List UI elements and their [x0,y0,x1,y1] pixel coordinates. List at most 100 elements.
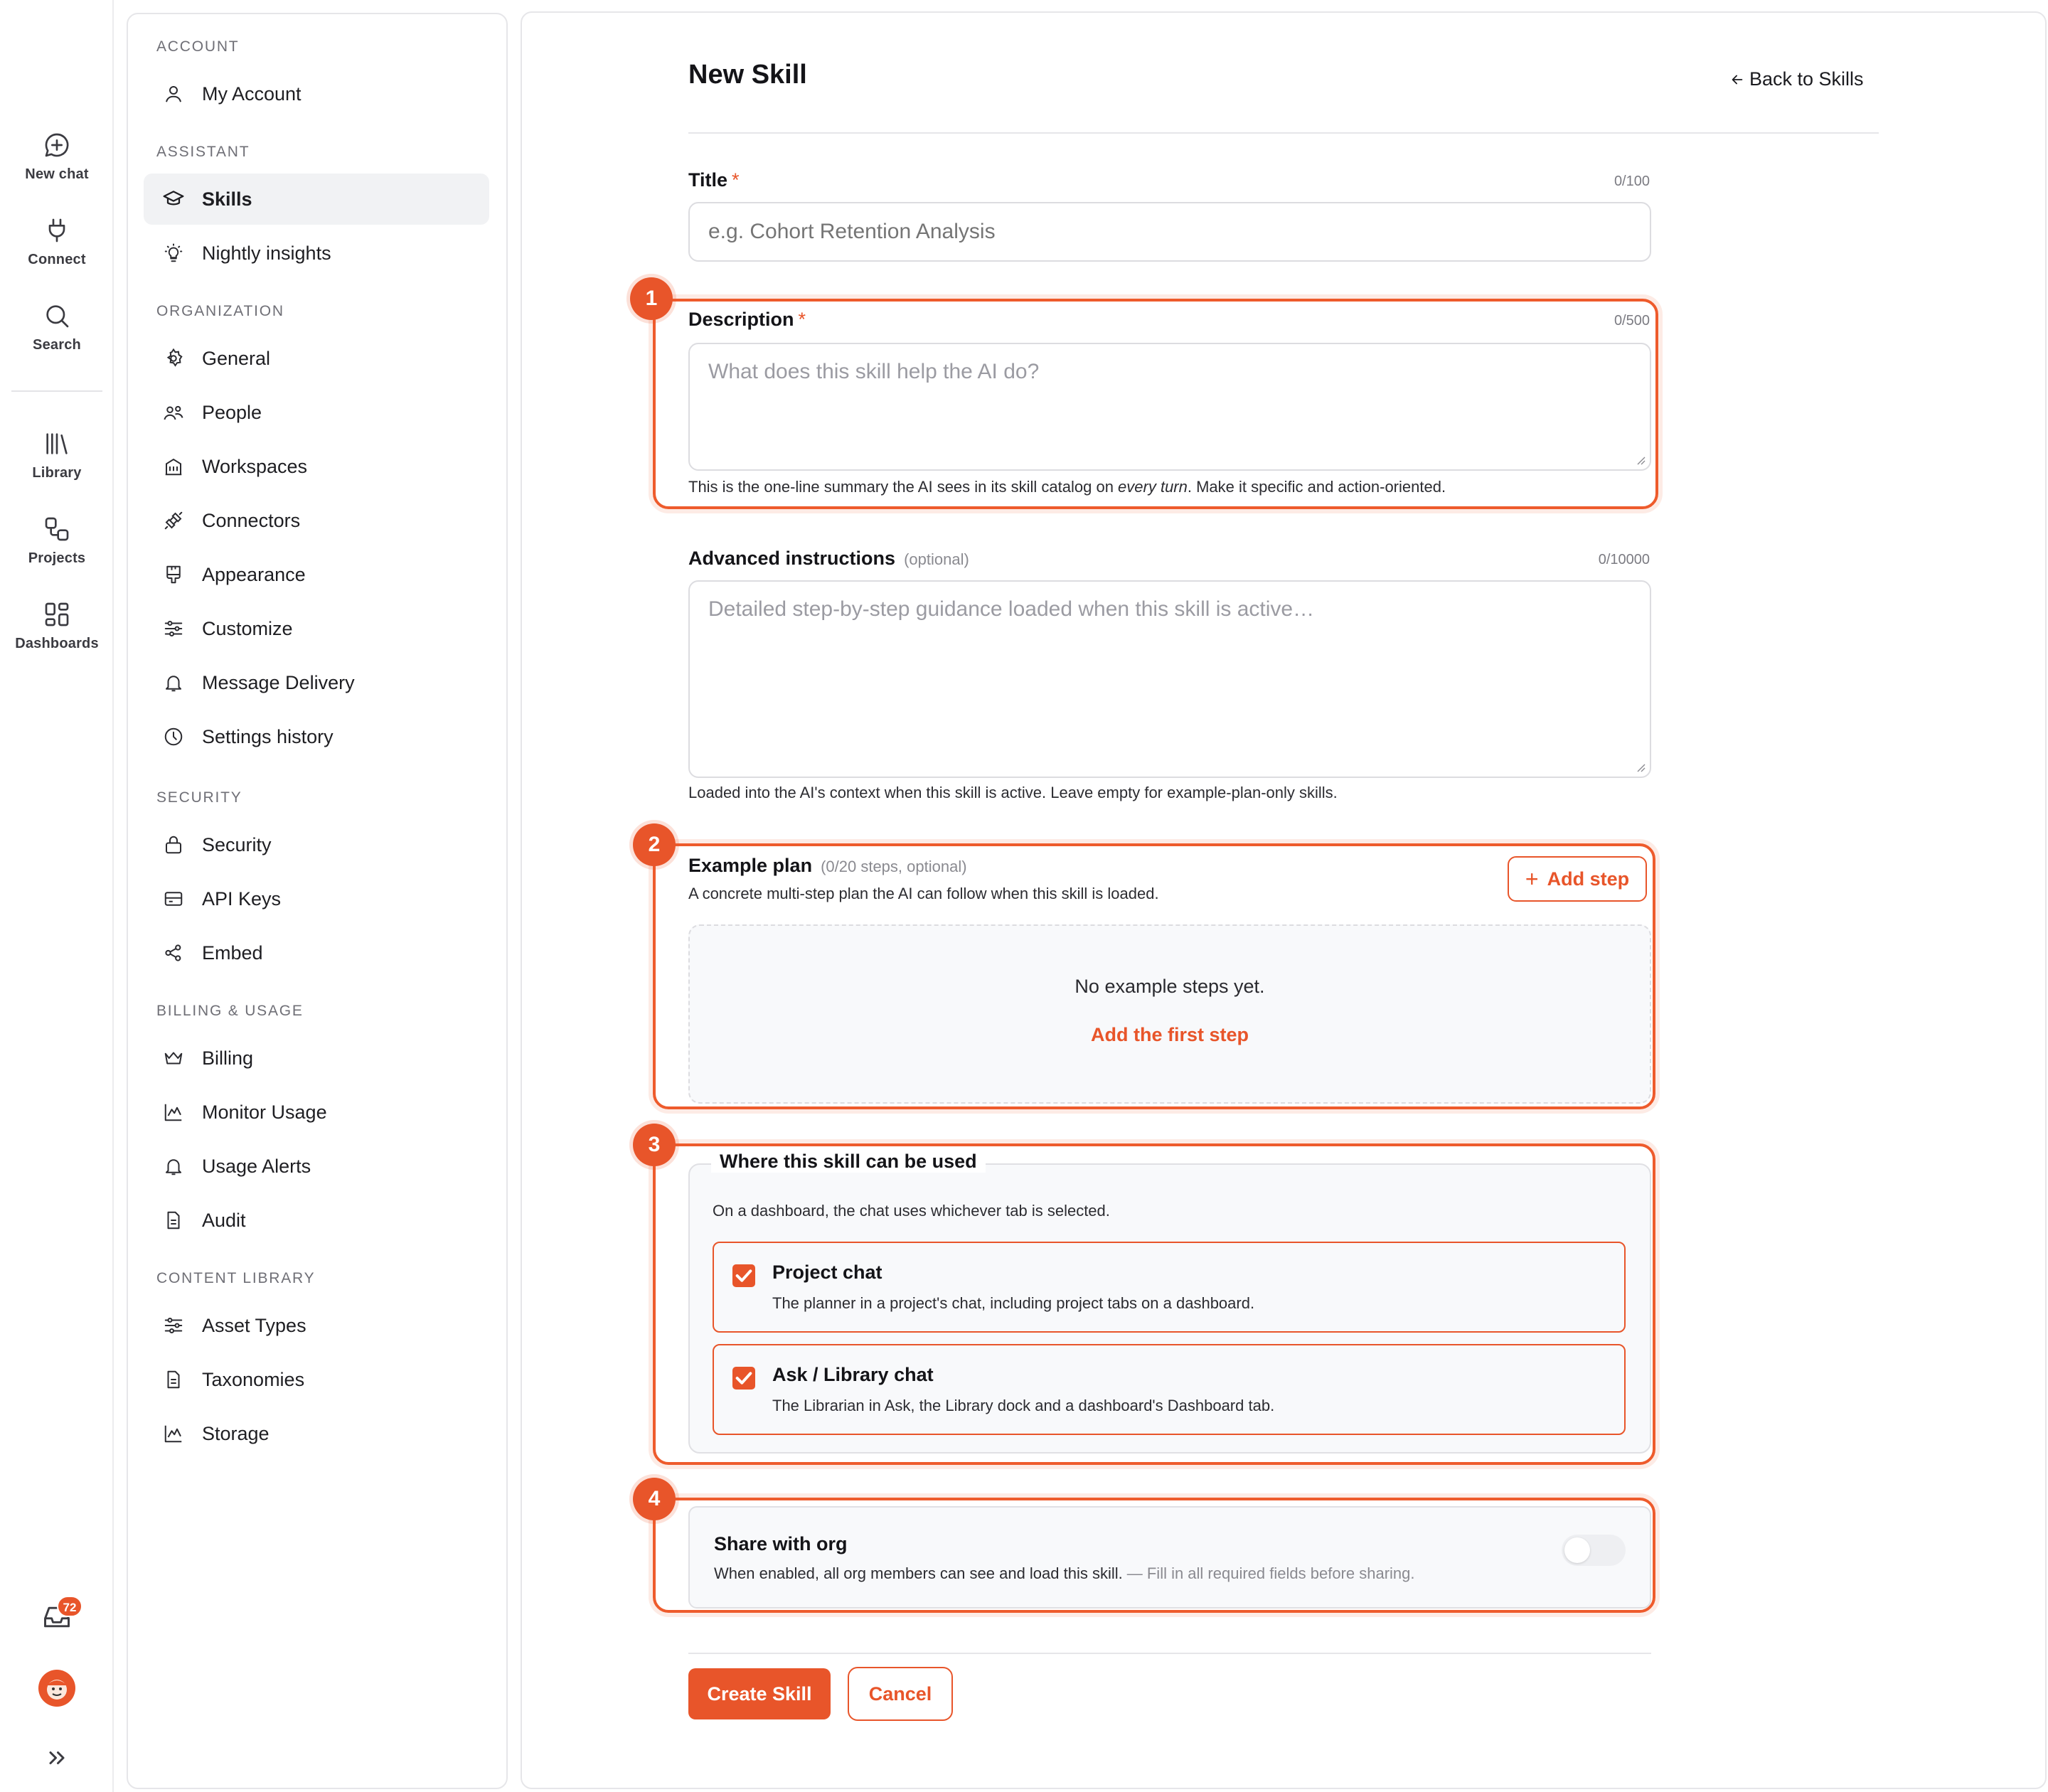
title-label-text: Title [688,169,728,191]
sidebar-item-message-delivery[interactable]: Message Delivery [144,657,489,708]
cancel-button[interactable]: Cancel [848,1667,953,1721]
sidebar-item-label: People [202,401,262,423]
sidebar-item-storage[interactable]: Storage [144,1408,489,1459]
ask-library-chat-description: The Librarian in Ask, the Library dock a… [772,1397,1275,1414]
library-icon [46,433,68,454]
add-step-label: Add step [1547,868,1630,890]
sidebar-item-connectors[interactable]: Connectors [144,495,489,546]
example-plan-empty-state: No example steps yet. Add the first step [688,924,1651,1104]
description-placeholder: What does this skill help the AI do? [708,360,1040,383]
ask-library-chat-option[interactable]: Ask / Library chat The Librarian in Ask,… [713,1344,1626,1435]
advanced-instructions-textarea[interactable]: Detailed step-by-step guidance loaded wh… [688,580,1651,778]
description-char-count: 0/500 [1614,313,1650,329]
advanced-placeholder: Detailed step-by-step guidance loaded wh… [708,597,1315,621]
resize-handle-icon[interactable] [1634,761,1646,772]
expand-rail-button[interactable] [44,1745,70,1774]
search-icon [46,305,69,328]
sidebar-item-label: Skills [202,188,252,210]
sidebar-item-label: Security [202,833,272,855]
sidebar-item-label: Customize [202,617,293,639]
title-input[interactable] [688,202,1651,262]
optional-tag: (optional) [904,550,969,568]
sidebar-item-label: Storage [202,1422,270,1444]
checkmark-icon [735,1372,752,1385]
card-icon [162,887,185,910]
sidebar-item-general[interactable]: General [144,333,489,384]
sidebar-item-label: Embed [202,942,263,964]
line-chart-icon [162,1422,185,1445]
sidebar-item-skills[interactable]: Skills [144,174,489,225]
sidebar-item-billing[interactable]: Billing [144,1033,489,1084]
user-icon [162,82,185,105]
library-label: Library [32,465,82,481]
sidebar-item-nightly-insights[interactable]: Nightly insights [144,228,489,279]
share-description: When enabled, all org members can see an… [714,1564,1415,1583]
sidebar-item-label: Usage Alerts [202,1155,311,1177]
sidebar-item-label: Connectors [202,509,301,531]
sidebar-item-label: Billing [202,1047,254,1069]
sidebar-item-label: My Account [202,82,302,105]
library-button[interactable]: Library [0,430,114,481]
connect-button[interactable]: Connect [0,216,114,268]
sidebar-item-usage-alerts[interactable]: Usage Alerts [144,1141,489,1192]
lightbulb-icon [162,242,185,265]
sidebar-item-settings-history[interactable]: Settings history [144,711,489,762]
project-chat-checkbox[interactable] [732,1264,755,1287]
share-title: Share with org [714,1533,848,1554]
example-plan-hint: A concrete multi-step plan the AI can fo… [688,885,1159,902]
sidebar-item-label: Appearance [202,563,306,585]
sidebar-item-appearance[interactable]: Appearance [144,549,489,600]
usage-scope-legend: Where this skill can be used [711,1151,986,1173]
back-to-skills-link[interactable]: Back to Skills [1729,68,1864,90]
sidebar-item-audit[interactable]: Audit [144,1195,489,1246]
sidebar-item-label: Nightly insights [202,242,331,264]
projects-button[interactable]: Projects [0,515,114,567]
sidebar-item-asset-types[interactable]: Asset Types [144,1300,489,1351]
add-step-button[interactable]: + Add step [1508,856,1647,902]
advanced-char-count: 0/10000 [1598,552,1650,567]
required-mark: * [798,309,806,330]
ask-library-chat-checkbox[interactable] [732,1367,755,1390]
project-chat-option[interactable]: Project chat The planner in a project's … [713,1242,1626,1333]
new-chat-button[interactable]: New chat [0,131,114,183]
building-icon [162,455,185,478]
section-heading-security: SECURITY [156,789,242,806]
annotation-badge-2: 2 [633,823,676,866]
user-avatar[interactable] [38,1670,75,1707]
sidebar-item-security[interactable]: Security [144,819,489,870]
section-heading-assistant: ASSISTANT [156,144,250,160]
description-textarea[interactable]: What does this skill help the AI do? [688,343,1651,471]
annotation-badge-1: 1 [630,277,673,320]
sidebar-item-api-keys[interactable]: API Keys [144,873,489,924]
share-warning: — Fill in all required fields before sha… [1126,1564,1415,1582]
sidebar-item-customize[interactable]: Customize [144,603,489,654]
search-button[interactable]: Search [0,302,114,353]
footer-divider [688,1653,1651,1654]
share-toggle[interactable] [1562,1535,1626,1566]
resize-handle-icon[interactable] [1634,454,1646,465]
toggle-knob [1564,1537,1590,1563]
sidebar-item-workspaces[interactable]: Workspaces [144,441,489,492]
section-heading-account: ACCOUNT [156,38,240,55]
create-skill-button[interactable]: Create Skill [688,1668,831,1719]
section-heading-content-library: CONTENT LIBRARY [156,1270,316,1286]
sidebar-item-embed[interactable]: Embed [144,927,489,978]
project-chat-description: The planner in a project's chat, includi… [772,1294,1255,1312]
sliders-icon [162,1314,185,1337]
dashboards-button[interactable]: Dashboards [0,600,114,652]
description-hint-text-end: . Make it specific and action-oriented. [1187,478,1446,496]
sidebar-item-monitor-usage[interactable]: Monitor Usage [144,1087,489,1138]
gear-icon [162,347,185,370]
app-rail: New chat Connect Search Library Projects… [0,0,114,1792]
projects-label: Projects [28,550,86,566]
example-plan-label-text: Example plan [688,855,813,876]
sidebar-item-taxonomies[interactable]: Taxonomies [144,1354,489,1405]
paintbrush-icon [162,563,185,586]
usage-scope-note: On a dashboard, the chat uses whichever … [713,1202,1110,1220]
bell-icon [162,671,185,694]
sidebar-item-my-account[interactable]: My Account [144,68,489,119]
add-first-step-link[interactable]: Add the first step [690,1024,1650,1046]
section-heading-organization: ORGANIZATION [156,303,284,319]
new-chat-label: New chat [25,166,89,182]
sidebar-item-people[interactable]: People [144,387,489,438]
